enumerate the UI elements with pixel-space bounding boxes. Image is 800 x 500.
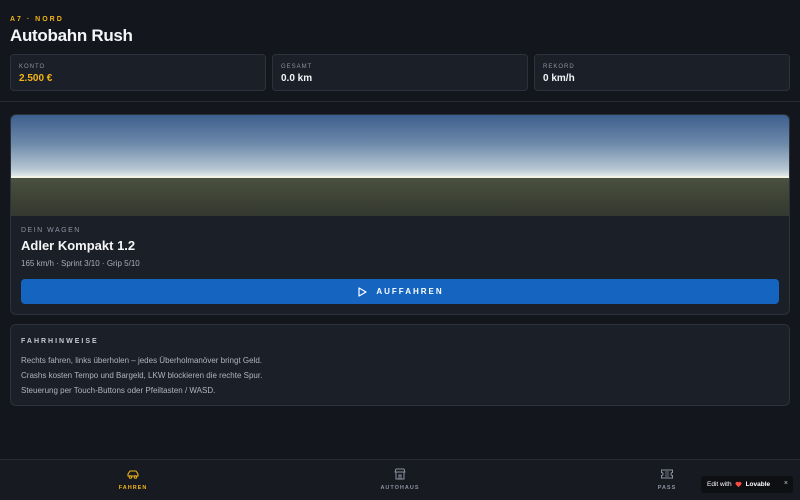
stat-value-konto: 2.500 € bbox=[19, 73, 53, 84]
nav-item-autohaus[interactable]: AUTOHAUS bbox=[360, 466, 440, 496]
car-icon bbox=[127, 470, 139, 479]
stat-card-gesamt: GESAMT 0.0 km bbox=[272, 54, 528, 91]
stat-value-gesamt: 0.0 km bbox=[281, 73, 313, 84]
badge-prefix: Edit with bbox=[707, 481, 732, 488]
driving-hints-card: FAHRHINWEISE Rechts fahren, links überho… bbox=[10, 324, 790, 406]
badge-brand: Lovable bbox=[745, 481, 771, 488]
nav-item-pass[interactable]: PASS bbox=[627, 466, 707, 496]
ground bbox=[11, 178, 789, 216]
hint-line: Steuerung per Touch-Buttons oder Pfeilta… bbox=[21, 386, 216, 395]
stat-card-konto: KONTO 2.500 € bbox=[10, 54, 266, 91]
car-card: DEIN WAGEN Adler Kompakt 1.2 165 km/h · … bbox=[10, 114, 790, 315]
car-specs: 165 km/h · Sprint 3/10 · Grip 5/10 bbox=[21, 259, 140, 268]
nav-label: PASS bbox=[657, 485, 677, 491]
close-icon[interactable]: × bbox=[784, 480, 788, 487]
store-icon bbox=[394, 468, 406, 480]
route-eyebrow: A7 · NORD bbox=[10, 16, 64, 23]
hint-line: Rechts fahren, links überholen – jedes Ü… bbox=[21, 356, 263, 365]
stat-value-rekord: 0 km/h bbox=[543, 73, 575, 84]
road-scene-preview bbox=[11, 115, 789, 216]
stat-label: KONTO bbox=[19, 64, 46, 70]
page-title: Autobahn Rush bbox=[10, 26, 133, 45]
ticket-icon bbox=[661, 469, 673, 479]
stat-card-rekord: REKORD 0 km/h bbox=[534, 54, 790, 91]
car-section-label: DEIN WAGEN bbox=[21, 227, 81, 234]
drive-button-label: AUFFAHREN bbox=[376, 287, 444, 296]
nav-label: AUTOHAUS bbox=[380, 485, 420, 491]
car-name: Adler Kompakt 1.2 bbox=[21, 238, 136, 253]
nav-item-fahren[interactable]: FAHREN bbox=[93, 466, 173, 496]
heart-icon bbox=[735, 481, 742, 488]
top-header: A7 · NORD Autobahn Rush KONTO 2.500 € GE… bbox=[0, 0, 800, 102]
stat-label: REKORD bbox=[543, 64, 575, 70]
play-icon bbox=[358, 286, 367, 297]
hints-title: FAHRHINWEISE bbox=[21, 338, 99, 345]
hint-line: Crashs kosten Tempo und Bargeld, LKW blo… bbox=[21, 371, 263, 380]
edit-with-lovable-badge[interactable]: Edit with Lovable × bbox=[701, 476, 793, 493]
drive-button[interactable]: AUFFAHREN bbox=[21, 279, 779, 304]
bottom-nav: FAHREN AUTOHAUS PASS bbox=[0, 459, 800, 500]
stat-label: GESAMT bbox=[281, 64, 313, 70]
nav-label: FAHREN bbox=[118, 485, 148, 491]
sky bbox=[11, 115, 789, 177]
